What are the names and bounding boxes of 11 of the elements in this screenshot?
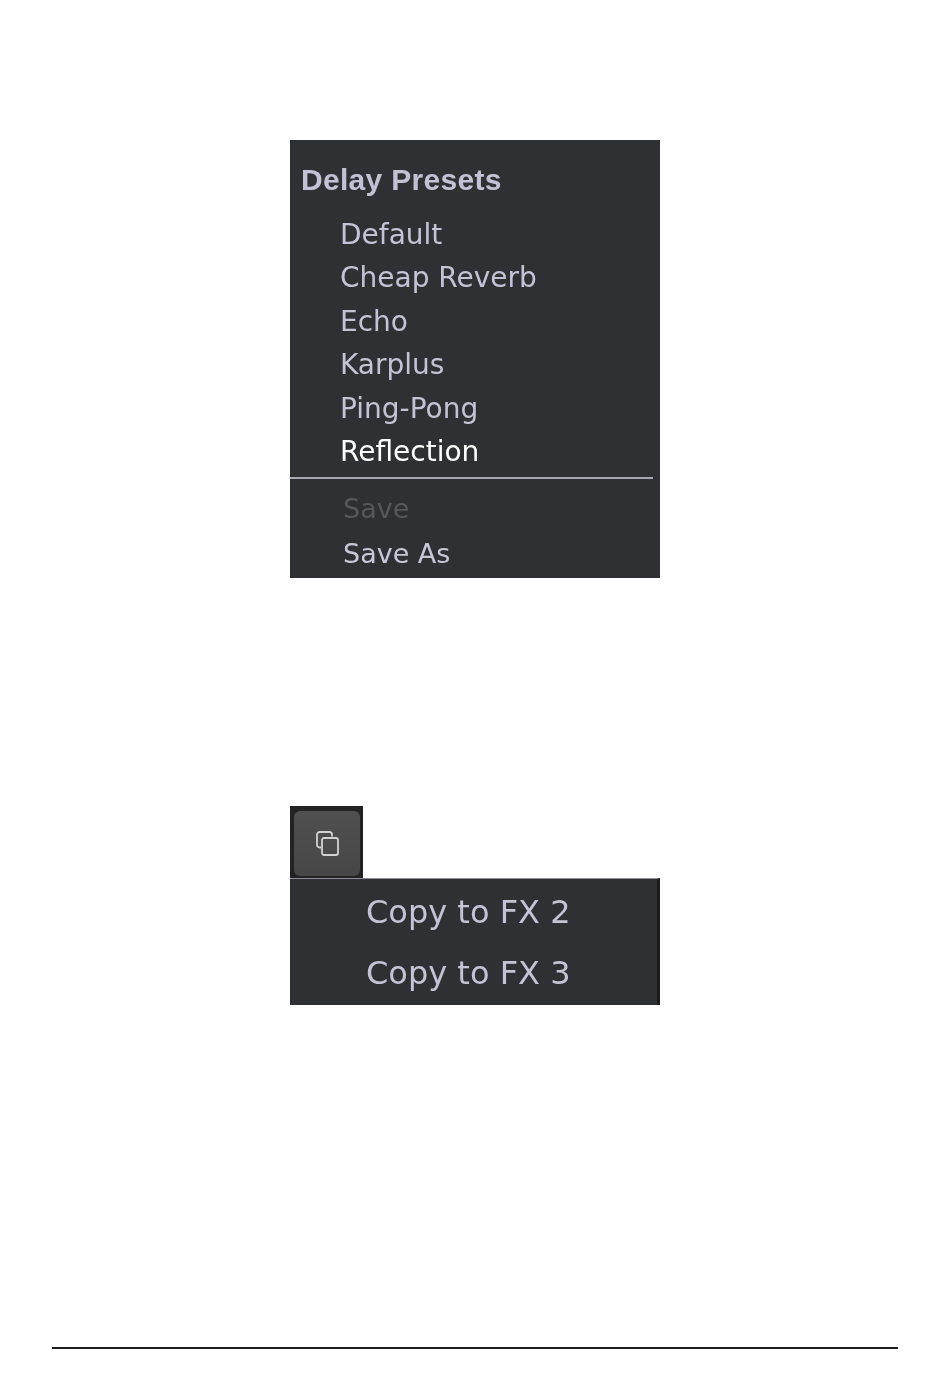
menu-item[interactable]: Echo [340,299,408,344]
menu-item[interactable]: Karplus [340,343,445,387]
menu-item[interactable]: Reflection [340,430,480,474]
menu-item[interactable]: Copy to FX 2 [366,882,571,943]
menu-item[interactable]: Copy to FX 3 [366,943,571,1004]
menu-item[interactable]: Save As [343,534,451,575]
menu-item[interactable]: Cheap Reverb [340,256,537,300]
menu-title: Delay Presets [301,162,502,198]
copy-icon [315,831,339,856]
menu-item[interactable]: Ping-Pong [340,386,479,431]
menu-item[interactable]: Default [340,213,443,257]
